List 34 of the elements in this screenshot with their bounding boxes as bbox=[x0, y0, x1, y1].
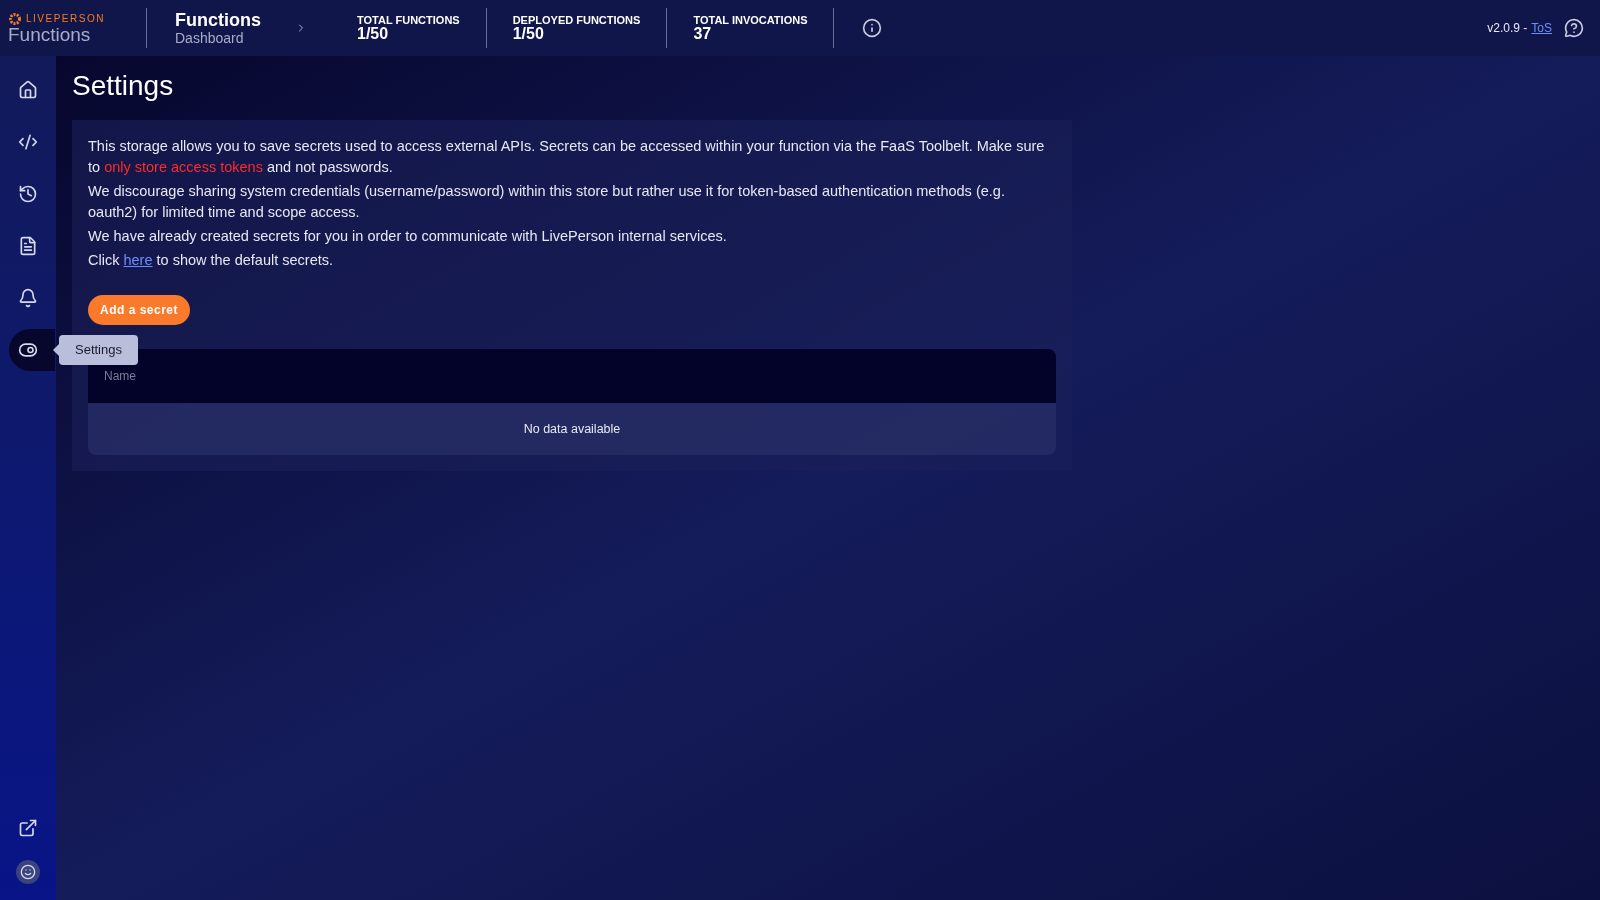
tooltip: Settings bbox=[59, 335, 138, 365]
document-icon bbox=[18, 236, 38, 256]
history-icon bbox=[18, 184, 38, 204]
stat-value: 1/50 bbox=[357, 26, 390, 42]
external-link-icon bbox=[18, 818, 38, 838]
section-title: Functions bbox=[175, 10, 262, 30]
code-icon bbox=[18, 132, 38, 152]
info-paragraph: We discourage sharing system credentials (username/password) within this store but rather use it for token-based authentication methods (e.g. oauth2) for limited time and scope access. bbox=[88, 182, 1006, 222]
info-icon[interactable] bbox=[862, 18, 883, 38]
page-title: Settings bbox=[72, 69, 175, 103]
home-icon bbox=[18, 80, 38, 100]
info-paragraph: We have already created secrets for you in order to communicate with LivePerson internal services. bbox=[88, 227, 728, 246]
here-link[interactable]: here bbox=[123, 252, 153, 268]
info-paragraph: Click here to show the default secrets. bbox=[88, 251, 335, 270]
tos-link[interactable]: ToS bbox=[1531, 19, 1552, 37]
product-name: Functions bbox=[8, 26, 92, 44]
column-header: Name bbox=[104, 368, 136, 385]
brand-name: LIVEPERSON bbox=[26, 14, 105, 24]
avatar-button[interactable] bbox=[16, 860, 40, 884]
sidebar-item[interactable] bbox=[9, 329, 55, 371]
info-paragraph: This storage allows you to save secrets used to access external APIs. Secrets can be accessed within your function via the FaaS Toolbelt. Make sure to only store access tokens and not passwords. bbox=[88, 137, 1046, 177]
stat-label: TOTAL INVOCATIONS bbox=[693, 14, 808, 26]
sun-logo-icon bbox=[8, 12, 22, 26]
stat-value: 37 bbox=[693, 26, 713, 42]
stat-label: DEPLOYED FUNCTIONS bbox=[512, 14, 641, 26]
toggles-icon bbox=[18, 340, 38, 360]
version-text: v2.0.9 - bbox=[1487, 20, 1528, 37]
section-subtitle: Dashboard bbox=[175, 30, 245, 46]
stat-label: TOTAL FUNCTIONS bbox=[357, 14, 460, 26]
bell-icon bbox=[18, 288, 38, 308]
help-icon[interactable] bbox=[1564, 18, 1584, 38]
smiley-icon bbox=[20, 864, 36, 880]
empty-message: No data available bbox=[523, 420, 621, 438]
stat-value: 1/50 bbox=[512, 26, 545, 42]
